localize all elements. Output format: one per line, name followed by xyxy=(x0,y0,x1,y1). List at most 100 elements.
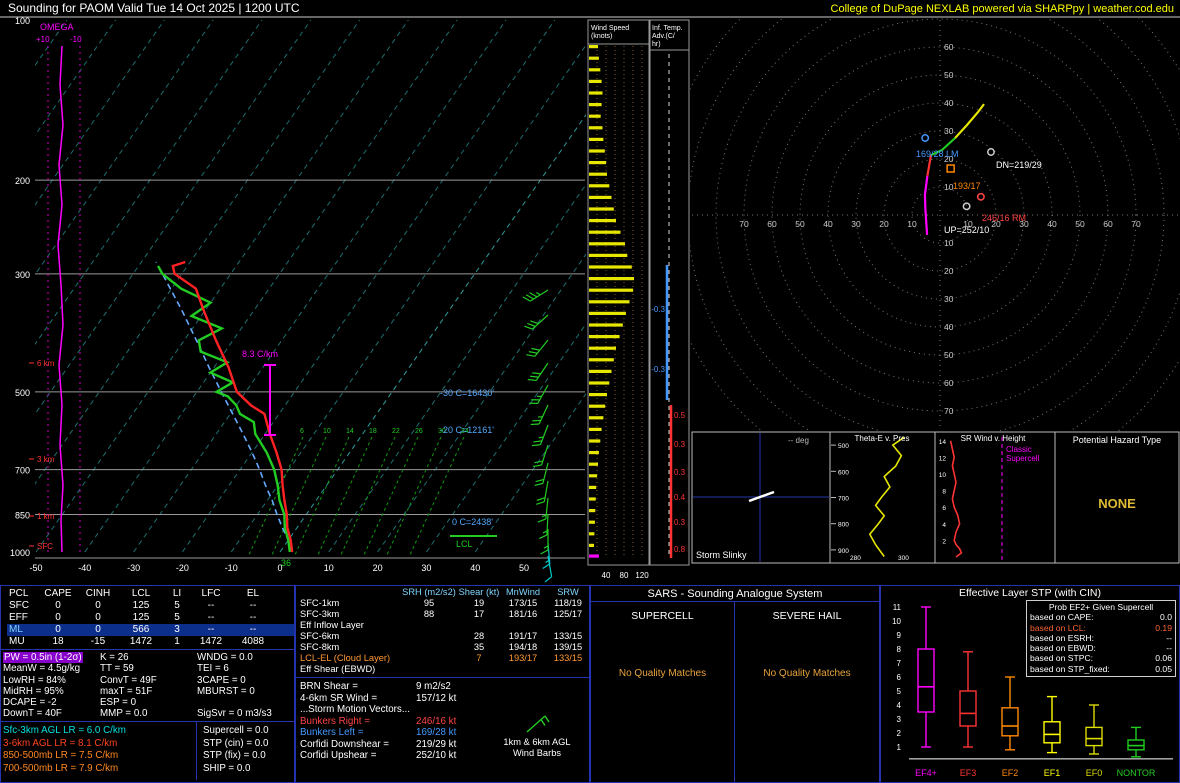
hodo-ring-label: 20 xyxy=(944,266,954,276)
lapse-rates-block: Sfc-3km AGL LR = 6.0 C/km 3-6km AGL LR = … xyxy=(1,722,197,780)
stp-probability-legend: Prob EF2+ Given Supercell based on CAPE:… xyxy=(1026,600,1176,678)
thermo-param: K = 26 xyxy=(100,652,129,663)
stp-y-label: 9 xyxy=(897,631,902,640)
kinematics-row: Eff Inflow Layer xyxy=(298,620,589,631)
parcel-row-sfc: SFC 0 0 125 5 -- -- xyxy=(7,600,294,612)
barb-full-tick xyxy=(538,534,548,540)
kinematics-col-header: SRH (m2/s2) xyxy=(402,587,456,597)
parcel-table: PCL CAPE CINH LCL LI LFC EL SFC 0 0 125 5 -- -- EFF 0 0 1… xyxy=(1,586,294,650)
stp-legend-title: Prob EF2+ Given Supercell xyxy=(1048,602,1154,612)
isotherm-line xyxy=(35,19,361,485)
barb-staff xyxy=(538,404,549,425)
stp-category-label: EF0 xyxy=(1086,768,1103,778)
parameter-panels: PCL CAPE CINH LCL LI LFC EL SFC 0 0 125 5 -- -- EFF 0 0 1… xyxy=(0,585,1180,783)
hodo-ring-label: 70 xyxy=(944,406,954,416)
barb-full-tick xyxy=(530,423,540,426)
parcel-col-header: CAPE xyxy=(44,588,72,599)
stp-legend-row: based on CAPE: 0.0 xyxy=(1030,612,1172,622)
kinematics-value: 181/16 xyxy=(508,609,538,619)
srh-shear-table: SRH (m2/s2) Shear (kt) MnWind SRW SFC-1km 95 1… xyxy=(296,586,589,678)
kinematics-row-label: Eff Shear (EBWD) xyxy=(300,664,376,674)
shear-line: 4-6km SR Wind = 157/12 kt xyxy=(300,693,589,705)
hodograph-trace-segment xyxy=(923,175,929,235)
hazard-panel-title: Potential Hazard Type xyxy=(1073,435,1161,445)
height-marker-label: 1 km xyxy=(37,512,55,521)
mixing-ratio-line xyxy=(362,436,419,558)
wind-speed-bar xyxy=(589,45,598,49)
barb-full-tick xyxy=(537,518,547,523)
omega-plus10-label: +10 xyxy=(36,35,50,44)
srwind-height-label: 6 xyxy=(942,505,946,512)
kinematics-value xyxy=(400,653,458,664)
score-line: SHIP = 0.0 xyxy=(203,762,251,774)
vector-label: Bunkers Left = xyxy=(300,727,364,738)
kinematics-value xyxy=(400,620,458,631)
kinematics-col-header: MnWind xyxy=(505,587,541,597)
parcel-row-ml: ML 0 0 566 3 -- -- xyxy=(7,624,294,636)
storm-motion-marker xyxy=(987,148,995,156)
mixing-ratio-label: 22 xyxy=(392,428,400,435)
isotherm-line xyxy=(35,19,68,67)
stp-panel: Effective Layer STP (with CIN) 1 2 3 4 5 6 7 8 9… xyxy=(880,585,1180,783)
sars-supercell-status: No Quality Matches xyxy=(618,668,707,679)
stp-legend-value: -- xyxy=(1166,632,1172,643)
thetae-pressure-label: 500 xyxy=(838,443,849,450)
wind-speed-bar xyxy=(589,335,620,339)
kinematics-value: 125/17 xyxy=(553,609,583,619)
vector-value: 246/16 kt xyxy=(416,715,457,727)
kinematics-value xyxy=(400,664,458,675)
kinematics-col-header xyxy=(298,587,400,598)
barb-note-line: 1km & 6km AGL xyxy=(503,737,571,747)
wind-speed-bar xyxy=(589,300,630,304)
wind-speed-bar xyxy=(589,288,634,292)
height-marker-label: SFC xyxy=(37,542,53,551)
barb-full-tick xyxy=(527,378,537,382)
barb-full-tick xyxy=(534,482,544,487)
barb-icon-tick xyxy=(540,719,546,726)
kinematics-value xyxy=(546,664,590,675)
srwind-height-label: 12 xyxy=(939,455,947,462)
parcel-col-header: CINH xyxy=(85,588,111,599)
thermo-param: PW = 0.5in (1-2σ) xyxy=(3,652,100,664)
hodo-ring-label: 40 xyxy=(1047,219,1057,229)
hodo-ring-label: 50 xyxy=(944,70,954,80)
wind-speed-bar xyxy=(589,427,602,431)
parcel-value: 566 xyxy=(132,624,150,635)
wind-barb-icon xyxy=(526,715,550,733)
sharppy-sounding-page: { "header": { "title": "Sounding for PAO… xyxy=(0,0,1180,783)
wind-speed-bar xyxy=(589,242,625,246)
mixing-ratio-line xyxy=(293,436,350,558)
isotherm-line xyxy=(328,183,586,553)
kinematics-row-label: SFC-3km xyxy=(300,609,340,619)
isotherm-line xyxy=(133,19,507,553)
credit-link[interactable]: College of DuPage NEXLAB powered via SHA… xyxy=(831,3,1174,15)
thermo-parameters: PW = 0.5in (1-2σ) MeanW = 4.5g/kg LowRH = … xyxy=(1,650,294,722)
skewt-background: 6 10 14 18 22 26 30 34 xyxy=(35,19,586,558)
minus30c-height-label: -30 C=16430' xyxy=(440,388,494,398)
kinematics-value xyxy=(546,620,590,631)
thermo-param: LowRH = 84% xyxy=(3,674,66,686)
stp-y-label: 10 xyxy=(892,617,901,626)
thermo-param: ConvT = 49F xyxy=(100,674,157,686)
hodograph: 1020304050601020304050607010 1020 2030 3040… xyxy=(690,18,1180,431)
wind-speed-bar xyxy=(589,532,595,536)
wind-speed-bar xyxy=(589,369,612,373)
wind-speed-bar xyxy=(589,346,616,350)
hodo-ring-label: 20 xyxy=(879,219,889,229)
pressure-axis-label: 300 xyxy=(15,270,30,280)
vector-value: 169/28 kt xyxy=(416,727,457,738)
storm-motion-block: BRN Shear = 9 m2/s2 4-6km SR Wind = 157/12 … xyxy=(296,678,589,762)
barb-staff xyxy=(529,289,549,302)
wind-speed-bar xyxy=(589,393,607,397)
barb-staff xyxy=(540,444,549,466)
stp-legend-value: -- xyxy=(1166,643,1172,654)
wind-barb xyxy=(527,362,549,382)
parcel-col-header: EL xyxy=(246,588,260,599)
isotherm-line xyxy=(35,19,312,415)
kinematics-value: 133/15 xyxy=(553,631,583,641)
parcel-value: -- xyxy=(207,600,215,611)
srwind-height-label: 14 xyxy=(939,439,947,446)
kinematics-value xyxy=(500,620,546,631)
barb-full-tick xyxy=(540,549,549,555)
slinky-degrees-readout: -- deg xyxy=(788,436,809,445)
